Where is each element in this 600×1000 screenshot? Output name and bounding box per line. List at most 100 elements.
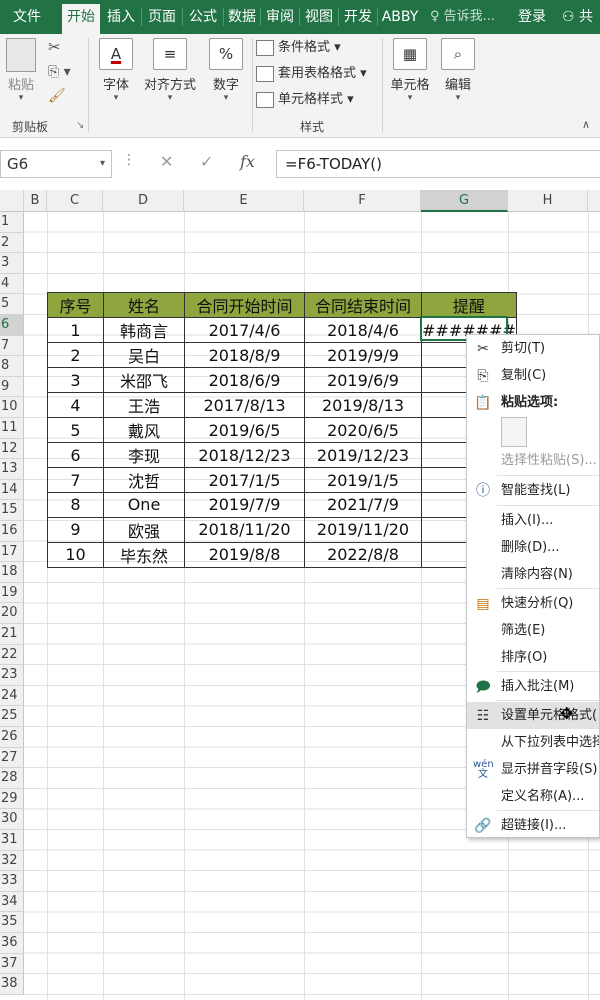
row-header[interactable]: 20 xyxy=(0,603,24,624)
select-all-corner[interactable] xyxy=(0,190,24,212)
column-header-d[interactable]: D xyxy=(103,190,184,212)
menu-item-copy[interactable]: ⎘ 复制(C) xyxy=(467,362,599,389)
cell-styles-button[interactable]: 单元格样式 ▾ xyxy=(256,88,354,112)
cell-index[interactable]: 7 xyxy=(47,467,104,493)
header-reminder[interactable]: 提醒 xyxy=(421,292,517,318)
menu-item-sort[interactable]: 排序(O) xyxy=(467,644,599,671)
menu-item-hyperlink[interactable]: 🔗 超链接(I)... xyxy=(467,812,599,837)
column-header-b[interactable]: B xyxy=(24,190,47,212)
row-header[interactable]: 16 xyxy=(0,521,24,542)
tab-data[interactable]: 数据 xyxy=(225,4,259,34)
cell-end-date[interactable]: 2019/1/5 xyxy=(304,467,422,493)
format-painter-icon[interactable]: 🖌 xyxy=(48,88,66,104)
cell-start-date[interactable]: 2017/1/5 xyxy=(184,467,305,493)
row-header[interactable]: 37 xyxy=(0,953,24,975)
cell-end-date[interactable]: 2019/8/13 xyxy=(304,392,422,418)
cell-index[interactable]: 2 xyxy=(47,342,104,368)
row-header[interactable]: 7 xyxy=(0,335,24,357)
row-header[interactable]: 6 xyxy=(0,315,24,336)
menu-item-cut[interactable]: ✂ 剪切(T) xyxy=(467,335,599,362)
row-header[interactable]: 13 xyxy=(0,459,24,480)
row-header[interactable]: 3 xyxy=(0,253,24,274)
cell-name[interactable]: One xyxy=(103,492,185,518)
alignment-button[interactable]: ≡ 对齐方式 ▾ xyxy=(140,38,200,103)
menu-item-filter[interactable]: 筛选(E) xyxy=(467,617,599,644)
paste-button[interactable]: 粘贴 ▾ xyxy=(4,38,38,103)
header-name[interactable]: 姓名 xyxy=(103,292,185,318)
header-index[interactable]: 序号 xyxy=(47,292,104,318)
row-header[interactable]: 25 xyxy=(0,706,24,727)
menu-item-clear-contents[interactable]: 清除内容(N) xyxy=(467,561,599,588)
menu-item-quick-analysis[interactable]: ▤ 快速分析(Q) xyxy=(467,590,599,617)
cell-index[interactable]: 5 xyxy=(47,417,104,443)
cell-name[interactable]: 韩商言 xyxy=(103,317,185,343)
cell-index[interactable]: 10 xyxy=(47,541,104,568)
cancel-icon[interactable]: ✕ xyxy=(160,152,173,171)
share-button[interactable]: ⚇ 共 xyxy=(562,4,593,30)
cell-start-date[interactable]: 2018/6/9 xyxy=(184,367,305,393)
row-header[interactable]: 2 xyxy=(0,232,24,254)
tab-review[interactable]: 审阅 xyxy=(262,4,298,34)
formula-input[interactable]: =F6-TODAY() xyxy=(276,150,600,178)
row-header[interactable]: 19 xyxy=(0,582,24,604)
cell-start-date[interactable]: 2019/7/9 xyxy=(184,492,305,518)
row-header[interactable]: 17 xyxy=(0,541,24,563)
header-start-date[interactable]: 合同开始时间 xyxy=(184,292,305,318)
cell-name[interactable]: 吴白 xyxy=(103,342,185,368)
login-button[interactable]: 登录 xyxy=(518,4,546,30)
insert-function-icon[interactable]: fx xyxy=(240,152,255,171)
font-button[interactable]: A 字体 ▾ xyxy=(92,38,140,103)
header-end-date[interactable]: 合同结束时间 xyxy=(304,292,422,318)
cell-index[interactable]: 3 xyxy=(47,367,104,393)
cell-start-date[interactable]: 2018/11/20 xyxy=(184,516,305,543)
row-header[interactable]: 38 xyxy=(0,974,24,995)
row-header[interactable]: 31 xyxy=(0,830,24,851)
cut-icon[interactable]: ✂ xyxy=(48,38,61,56)
menu-item-define-name[interactable]: 定义名称(A)... xyxy=(467,783,599,810)
row-header[interactable]: 26 xyxy=(0,727,24,748)
row-header[interactable]: 22 xyxy=(0,644,24,666)
cell-end-date[interactable]: 2020/6/5 xyxy=(304,417,422,443)
tell-me-search[interactable]: ♀ 告诉我... xyxy=(430,4,495,30)
number-button[interactable]: % 数字 ▾ xyxy=(202,38,250,103)
row-header[interactable]: 11 xyxy=(0,418,24,439)
tab-formulas[interactable]: 公式 xyxy=(184,4,222,34)
cell-index[interactable]: 8 xyxy=(47,492,104,518)
cell-index[interactable]: 1 xyxy=(47,317,104,343)
name-box[interactable]: G6 ▾ xyxy=(0,150,112,178)
editing-button[interactable]: ⌕ 编辑 ▾ xyxy=(434,38,482,103)
tab-page-layout[interactable]: 页面 xyxy=(143,4,181,34)
row-header[interactable]: 35 xyxy=(0,912,24,933)
row-header[interactable]: 24 xyxy=(0,685,24,707)
row-header[interactable]: 36 xyxy=(0,933,24,954)
cell-index[interactable]: 6 xyxy=(47,442,104,468)
row-header[interactable]: 32 xyxy=(0,850,24,872)
row-header[interactable]: 1 xyxy=(0,212,24,233)
tab-file[interactable]: 文件 xyxy=(2,4,52,34)
row-header[interactable]: 18 xyxy=(0,562,24,583)
row-header[interactable]: 8 xyxy=(0,356,24,377)
menu-item-format-cells[interactable]: ☷ 设置单元格格式( xyxy=(467,702,599,729)
row-header[interactable]: 9 xyxy=(0,376,24,398)
format-as-table-button[interactable]: 套用表格格式 ▾ xyxy=(256,62,367,86)
cell-end-date[interactable]: 2018/4/6 xyxy=(304,317,422,343)
cell-start-date[interactable]: 2019/6/5 xyxy=(184,417,305,443)
cell-start-date[interactable]: 2018/12/23 xyxy=(184,442,305,468)
dialog-launcher-icon[interactable]: ↘ xyxy=(76,120,84,131)
row-header[interactable]: 34 xyxy=(0,891,24,913)
row-header[interactable]: 29 xyxy=(0,788,24,810)
collapse-ribbon-icon[interactable]: ∧ xyxy=(582,118,590,131)
splitter-dots[interactable]: ⋮ xyxy=(122,152,136,168)
row-header[interactable]: 21 xyxy=(0,624,24,645)
cell-start-date[interactable]: 2018/8/9 xyxy=(184,342,305,368)
cell-start-date[interactable]: 2019/8/8 xyxy=(184,541,305,568)
enter-check-icon[interactable]: ✓ xyxy=(200,152,213,171)
row-header[interactable]: 5 xyxy=(0,294,24,315)
menu-item-pick-from-list[interactable]: 从下拉列表中选择 xyxy=(467,729,599,756)
menu-item-show-phonetic[interactable]: wén 文显示拼音字段(S) xyxy=(467,756,599,783)
row-header[interactable]: 27 xyxy=(0,747,24,769)
cell-start-date[interactable]: 2017/4/6 xyxy=(184,317,305,343)
tab-home[interactable]: 开始 xyxy=(62,4,100,34)
tab-view[interactable]: 视图 xyxy=(301,4,337,34)
row-header[interactable]: 23 xyxy=(0,665,24,686)
